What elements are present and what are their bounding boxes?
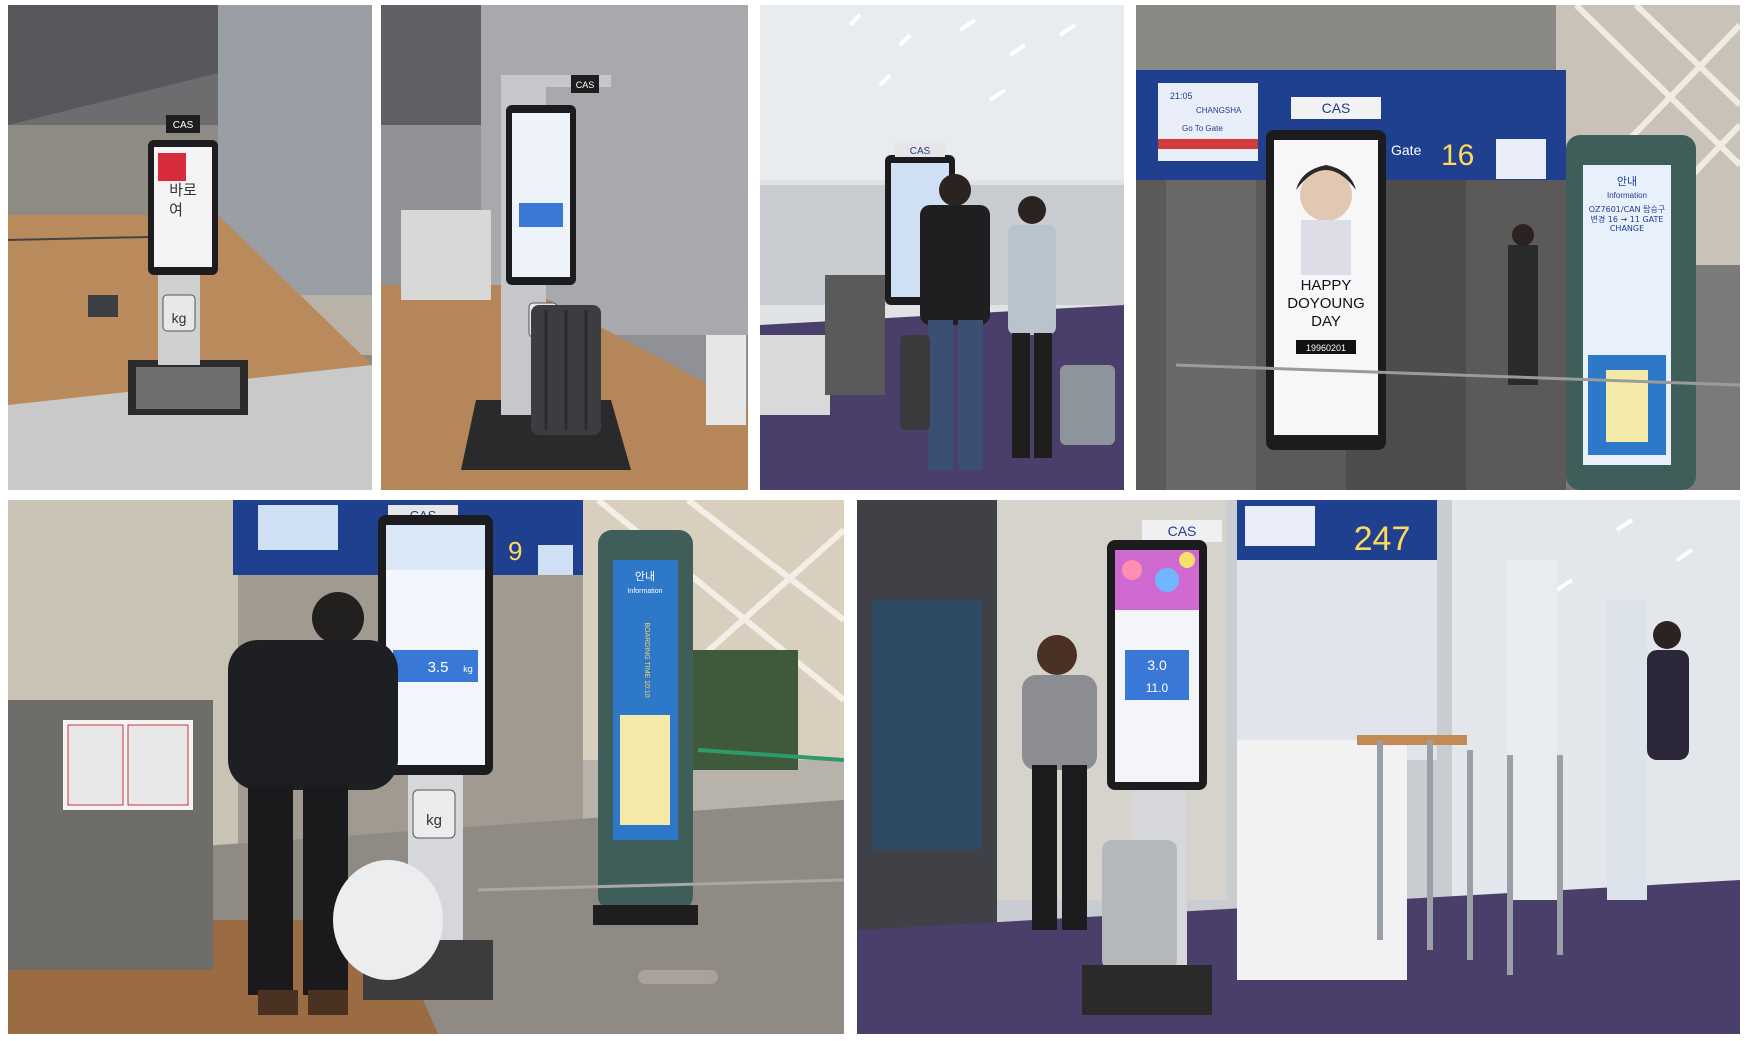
photo-kiosk-two-travellers: CAS (760, 5, 1124, 490)
photo-kiosk-suitcase-on-scale: CAS kg (381, 5, 748, 490)
brand-sign: CAS (1322, 100, 1351, 116)
brand-sign: CAS (173, 120, 194, 131)
weight-unit: kg (463, 664, 473, 674)
gate-label: Gate (1391, 142, 1422, 158)
flight-status: Go To Gate (1182, 124, 1223, 133)
ad-text-line1: HAPPY (1301, 277, 1352, 294)
gate-number: 9 (508, 536, 522, 566)
suitcase (1060, 365, 1115, 445)
flight-destination: CHANGSHA (1196, 106, 1242, 115)
info-title: 안내 (1617, 175, 1637, 188)
screen-text-line1: 바로 (169, 181, 197, 199)
backpack (88, 295, 118, 317)
screen-text-line2: 여 (169, 201, 183, 219)
photo-gate-247-weighing-luggage: 247 CAS 3.0 11.0 (857, 500, 1740, 1034)
weight-reading: 3.5 (428, 659, 449, 676)
brand-sign: CAS (910, 146, 931, 157)
suitcase (1102, 840, 1177, 970)
plastic-bag (333, 860, 443, 980)
ad-date: 19960201 (1306, 343, 1346, 353)
scale-kg-logo: kg (426, 812, 442, 829)
glass-stand (1507, 560, 1557, 900)
gate-number: 247 (1354, 520, 1411, 558)
info-subtitle: Information (1607, 191, 1647, 200)
ad-text-line3: DAY (1311, 313, 1341, 330)
brand-sign: CAS (1168, 523, 1197, 539)
staff-member (1508, 245, 1538, 385)
scale-kg-logo: kg (172, 310, 187, 326)
weight-reading: 3.0 (1147, 657, 1167, 673)
photo-gate-16-advertisement: 21:05 CHANGSHA Go To Gate Gate 16 CAS HA… (1136, 5, 1740, 490)
kiosk-screen (512, 113, 570, 277)
weight-secondary: 11.0 (1146, 681, 1169, 695)
ad-text-line2: DOYOUNG (1287, 295, 1365, 312)
info-gate-change-notice: OZ7601/CAN 탑승구변경 16 → 11 GATE CHANGE (1588, 205, 1666, 234)
photo-kiosk-checkin-counter: CAS 바로 여 kg (8, 5, 372, 490)
flight-time: 21:05 (1170, 91, 1193, 101)
gate-number: 16 (1441, 139, 1474, 172)
brand-sign: CAS (576, 80, 595, 90)
info-boarding-time: BOARDING TIME 10:10 (643, 622, 650, 697)
photo-gate-9-weighing-bag: 9 CAS 3.5 kg kg (8, 500, 844, 1034)
info-subtitle: Information (627, 588, 662, 595)
info-title: 안내 (635, 570, 655, 583)
